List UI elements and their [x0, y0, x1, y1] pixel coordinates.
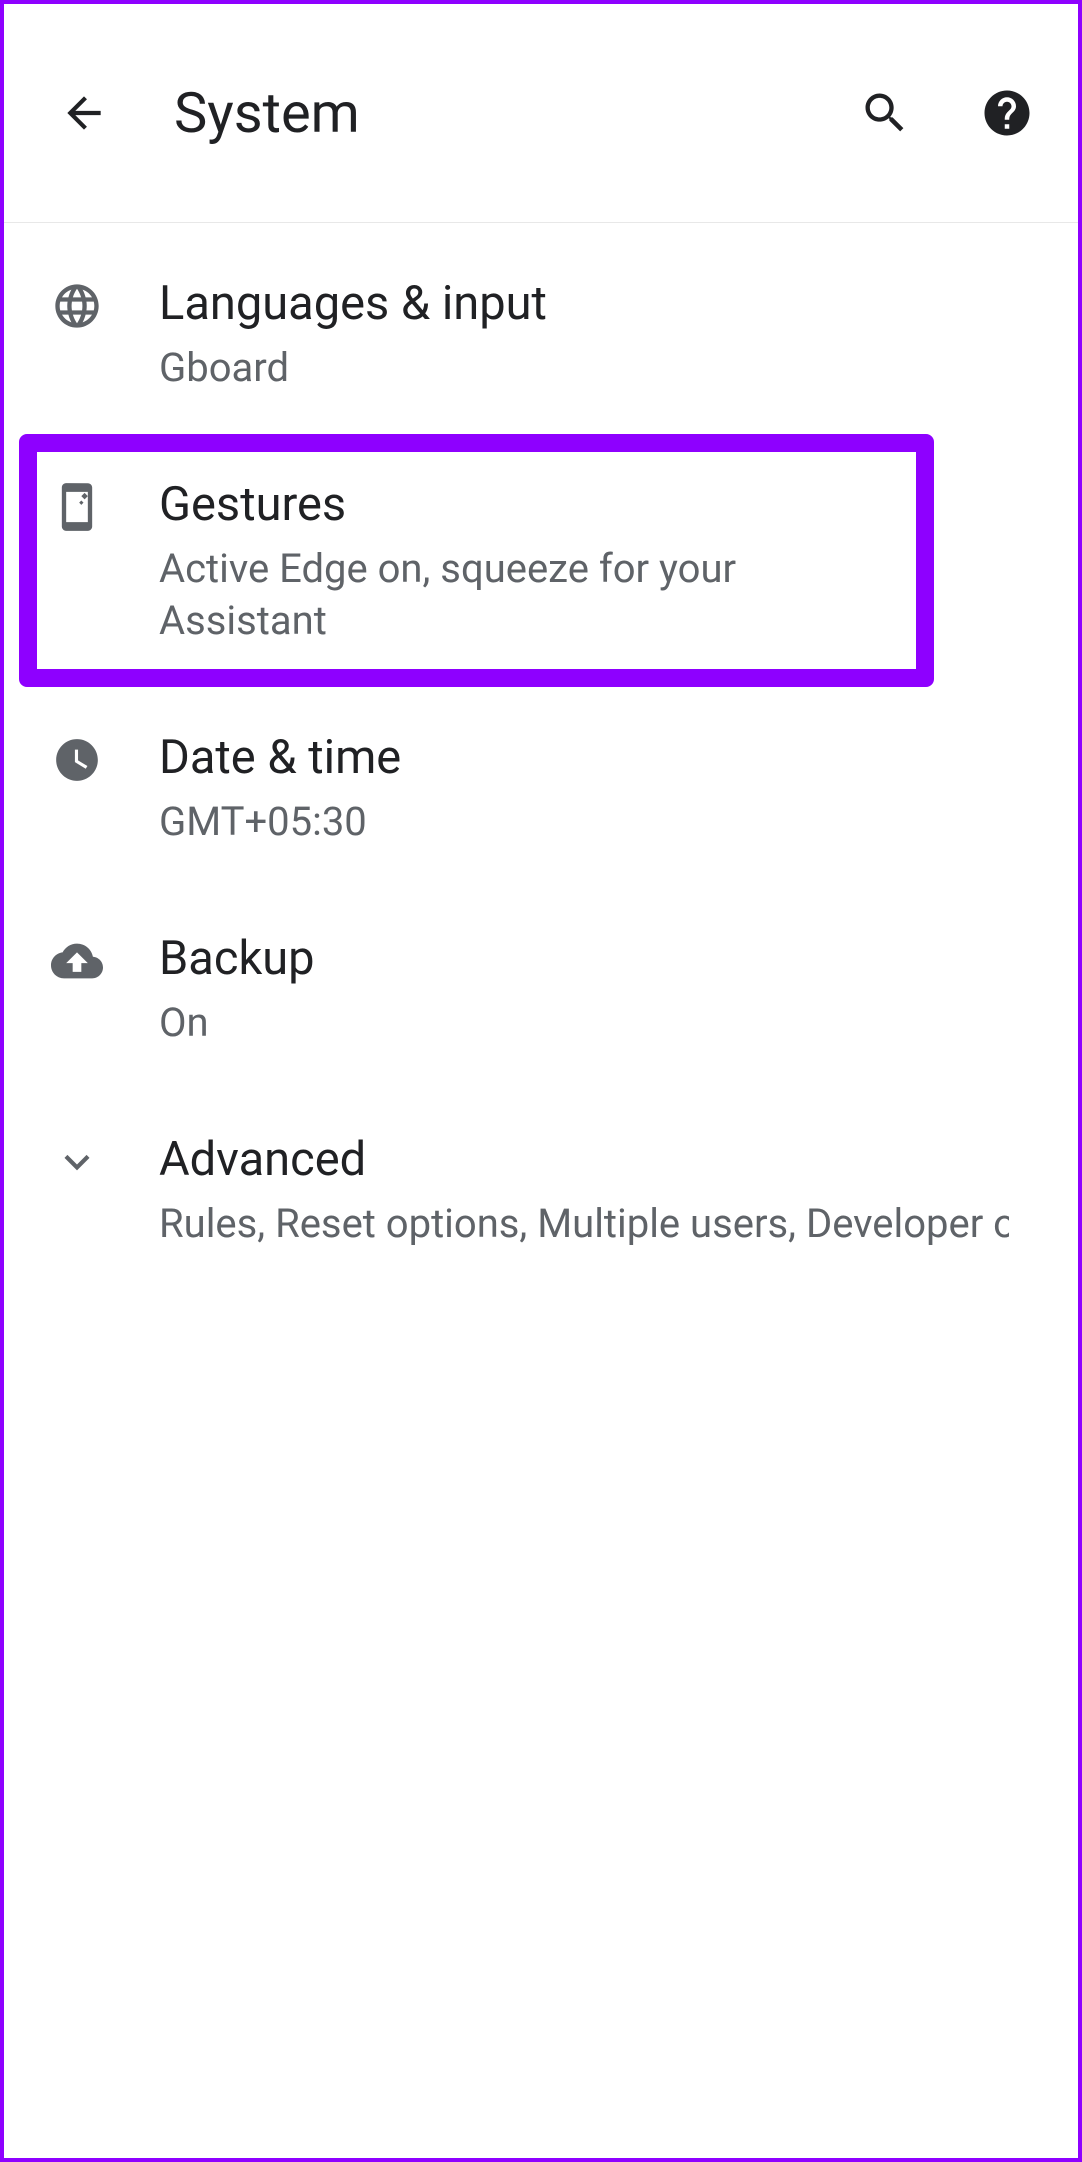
clock-icon	[49, 732, 104, 787]
item-subtitle: Gboard	[159, 342, 1048, 394]
backup-icon	[49, 933, 104, 988]
help-icon	[980, 86, 1034, 140]
item-title: Advanced	[159, 1129, 1048, 1190]
settings-item-backup[interactable]: Backup On	[4, 888, 1078, 1089]
item-subtitle: Rules, Reset options, Multiple users, De…	[159, 1198, 1009, 1250]
app-header: System	[4, 4, 1078, 223]
highlight-annotation: Gestures Active Edge on, squeeze for you…	[19, 434, 934, 687]
item-title: Date & time	[159, 727, 1048, 788]
gestures-icon	[49, 479, 104, 534]
search-icon	[859, 87, 911, 139]
settings-item-advanced[interactable]: Advanced Rules, Reset options, Multiple …	[4, 1089, 1078, 1290]
item-subtitle: On	[159, 997, 1048, 1049]
settings-item-languages[interactable]: Languages & input Gboard	[4, 233, 1078, 434]
item-title: Gestures	[159, 474, 901, 535]
back-button[interactable]	[54, 83, 114, 143]
globe-icon	[49, 278, 104, 333]
settings-list: Languages & input Gboard Gestures Active…	[4, 223, 1078, 1290]
page-title: System	[174, 80, 804, 146]
settings-item-date-time[interactable]: Date & time GMT+05:30	[4, 687, 1078, 888]
item-subtitle: Active Edge on, squeeze for your Assista…	[159, 543, 901, 647]
search-button[interactable]	[854, 82, 916, 144]
help-button[interactable]	[976, 82, 1038, 144]
item-subtitle: GMT+05:30	[159, 796, 1048, 848]
item-title: Backup	[159, 928, 1048, 989]
back-arrow-icon	[59, 88, 109, 138]
chevron-down-icon	[49, 1134, 104, 1189]
item-title: Languages & input	[159, 273, 1048, 334]
settings-item-gestures[interactable]: Gestures Active Edge on, squeeze for you…	[37, 452, 916, 669]
